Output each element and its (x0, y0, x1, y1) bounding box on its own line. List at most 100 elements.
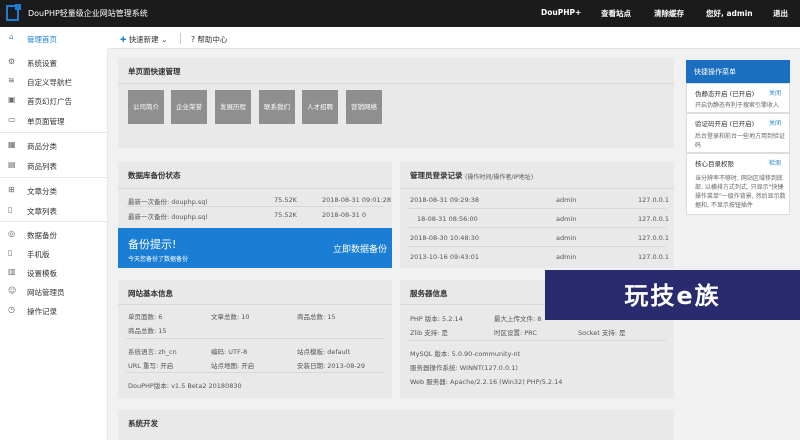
sidebar-item-label: 管理首页 (27, 35, 57, 44)
watermark-logo: 玩技e族 (545, 270, 800, 320)
page-button-jobs[interactable]: 人才招聘 (302, 90, 338, 124)
sidebar-item-label: 首页幻灯广告 (27, 97, 72, 106)
system-dev-panel: 系统开发 (118, 410, 674, 440)
sidebar-item-label: 自定义导航栏 (27, 78, 72, 87)
sidebar-item-pages[interactable]: ▭ 单页面管理 (0, 112, 108, 129)
sidebar-item-backup[interactable]: ◎ 数据备份 (0, 226, 108, 243)
info-articles: 文章总数: 10 (211, 313, 250, 321)
block-desc: 开启伪静态有利于搜索引擎收入 (695, 102, 780, 109)
sidebar-item-settings[interactable]: ⚙ 系统设置 (0, 54, 108, 71)
server-os: 服务器操作系统: WINNT(127.0.0.1) (410, 364, 518, 372)
sidebar-item-product-category[interactable]: ▦ 商品分类 (0, 137, 108, 154)
info-charset: 编码: UTF-8 (211, 348, 248, 356)
log-user: admin (556, 253, 577, 261)
block-title: 伪静态开启 (已开启) (695, 90, 755, 98)
backup-alert: 备份提示! 今天您备份了数据备份 立即数据备份 (118, 228, 392, 268)
admin-icon: ☺ (8, 286, 17, 295)
divider (180, 33, 181, 44)
rewrite-toggle-link[interactable]: 关闭 (769, 88, 781, 97)
nav-douphp-plus[interactable]: DouPHP+ (541, 8, 581, 17)
sidebar-item-slides[interactable]: ▣ 首页幻灯广告 (0, 92, 108, 109)
log-ip: 127.0.0.1 (638, 234, 670, 242)
nav-logout[interactable]: 退出 (773, 8, 788, 19)
nav-user-greeting[interactable]: 您好, admin (706, 8, 753, 19)
template-icon: ▥ (8, 267, 16, 276)
database-icon: ◎ (8, 229, 15, 238)
log-time: 2018-08-31 09:29:38 (410, 196, 480, 204)
nav-view-site[interactable]: 查看站点 (601, 8, 631, 19)
sidebar-item-label: 设置模板 (27, 269, 57, 278)
panel-title: 数据库备份状态 (128, 171, 181, 180)
backup-size: 75.52K (274, 196, 297, 204)
info-version: DouPHP版本: v1.5 Beta2 20180830 (128, 382, 242, 390)
sidebar-divider (0, 221, 108, 222)
slides-icon: ▣ (8, 95, 16, 104)
server-socket: Socket 支持: 是 (578, 329, 626, 337)
panel-title: 网站基本信息 (128, 289, 173, 298)
page-button-about[interactable]: 公司简介 (128, 90, 164, 124)
sidebar-item-label: 商品列表 (27, 162, 57, 171)
page-button-honors[interactable]: 企业荣誉 (171, 90, 207, 124)
log-icon: ◷ (8, 305, 15, 314)
sidebar-item-admins[interactable]: ☺ 网站管理员 (0, 283, 108, 300)
logo-icon[interactable] (6, 4, 21, 22)
server-mysql: MySQL 版本: 5.0.90-community-nt (410, 350, 521, 358)
quick-new-button[interactable]: ✚ 快速新建 ⌄ (120, 34, 167, 45)
sidebar-item-article-list[interactable]: ▯ 文章列表 (0, 202, 108, 219)
sidebar-item-article-category[interactable]: ⊞ 文章分类 (0, 182, 108, 199)
quick-block-rewrite: 伪静态开启 (已开启) 关闭 开启伪静态有利于搜索引擎收入 (686, 83, 790, 113)
help-label: 帮助中心 (197, 35, 228, 44)
login-log-panel: 管理员登录记录 (操作时间/操作者/IP地址) 2018-08-31 09:29… (400, 162, 674, 268)
article-icon: ▯ (8, 205, 13, 214)
backup-time: 2018-08-31 0 (322, 211, 366, 219)
sidebar-divider (0, 177, 108, 178)
sidebar-item-label: 网站管理员 (27, 288, 65, 297)
info-rewrite: URL 重写: 开启 (128, 362, 174, 370)
help-center-link[interactable]: ? 帮助中心 (191, 34, 227, 45)
info-products: 商品总数: 15 (128, 327, 167, 335)
backup-now-button[interactable]: 立即数据备份 (333, 242, 387, 255)
sidebar-divider (0, 132, 108, 133)
nav-clear-cache[interactable]: 清除缓存 (654, 8, 684, 19)
divider (400, 188, 674, 189)
captcha-toggle-link[interactable]: 关闭 (769, 118, 781, 127)
divider (408, 227, 666, 228)
panel-title: 系统开发 (128, 419, 158, 428)
info-sitemap: 站点地图: 开启 (211, 362, 255, 370)
log-ip: 127.0.0.1 (638, 215, 670, 223)
server-php: PHP 版本: 5.2.14 (410, 315, 463, 323)
quick-new-label: 快速新建 (128, 35, 159, 44)
sidebar-item-nav[interactable]: ≋ 自定义导航栏 (0, 73, 108, 90)
page-button-network[interactable]: 营销网络 (346, 90, 382, 124)
backup-label: 最新一次备份: douphp.sql (128, 198, 208, 206)
sidebar-item-label: 文章列表 (27, 207, 57, 216)
sidebar-item-label: 文章分类 (27, 187, 57, 196)
log-time: 2013-10-16 09:43:01 (410, 253, 480, 261)
panel-title: 单页面快速管理 (128, 67, 181, 76)
sidebar-item-home[interactable]: ⌂ 管理首页 (0, 27, 108, 49)
sidebar-item-mobile[interactable]: ▯ 手机版 (0, 245, 108, 262)
page-button-contact[interactable]: 联系我们 (259, 90, 295, 124)
mobile-icon: ▯ (8, 248, 13, 257)
page-button-history[interactable]: 发展历程 (215, 90, 251, 124)
page-icon: ▭ (8, 115, 16, 124)
divider (118, 304, 392, 305)
backup-label: 最新一次备份: douphp.sql (128, 213, 208, 221)
sidebar-item-product-list[interactable]: ▤ 商品列表 (0, 157, 108, 174)
panel-title: 服务器信息 (410, 289, 448, 298)
server-web: Web 服务器: Apache/2.2.16 (Win32) PHP/5.2.1… (410, 378, 563, 386)
info-lang: 系统语言: zh_cn (128, 348, 177, 356)
divider (408, 246, 666, 247)
log-user: admin (556, 196, 577, 204)
permission-check-link[interactable]: 检测 (769, 158, 781, 167)
sidebar-item-label: 单页面管理 (27, 117, 65, 126)
log-ip: 127.0.0.1 (638, 196, 670, 204)
nav-icon: ≋ (8, 76, 15, 85)
divider (118, 83, 674, 84)
info-products-total: 商品总数: 15 (297, 313, 336, 321)
panel-subtitle: (操作时间/操作者/IP地址) (465, 174, 534, 181)
server-timezone: 时区设置: PRC (494, 329, 537, 337)
sidebar-item-template[interactable]: ▥ 设置模板 (0, 264, 108, 281)
category-icon: ▦ (8, 140, 16, 149)
sidebar-item-logs[interactable]: ◷ 操作记录 (0, 302, 108, 319)
